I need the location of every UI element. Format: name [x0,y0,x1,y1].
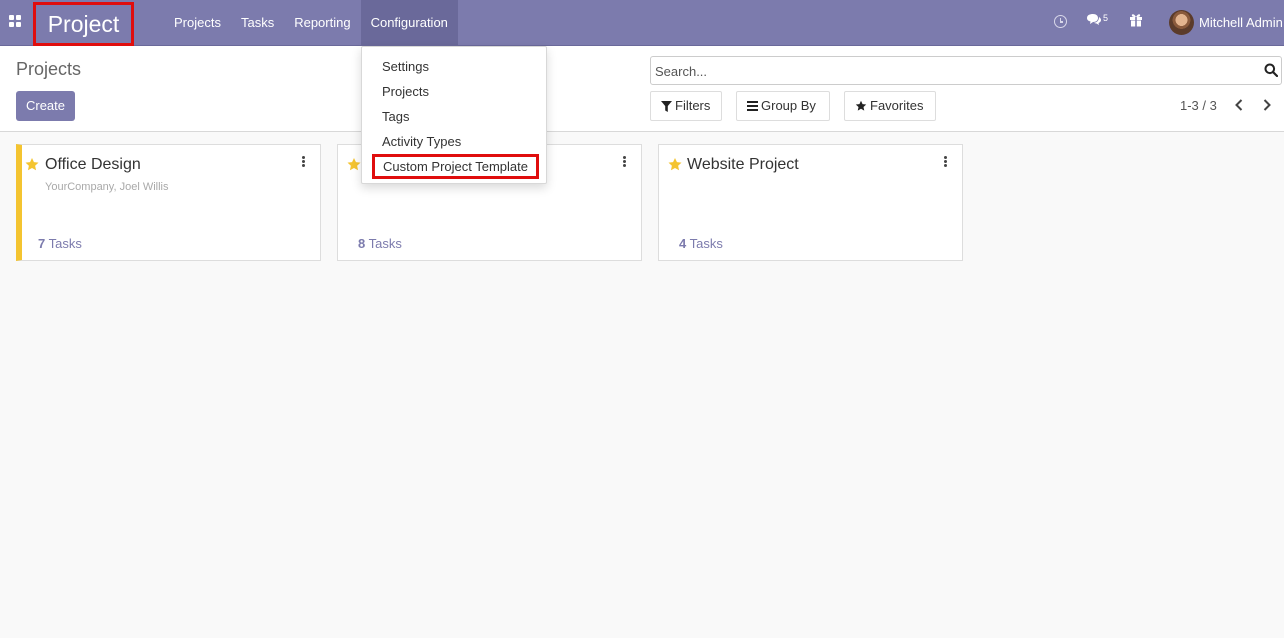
create-button[interactable]: Create [16,91,75,121]
project-tasks-link[interactable]: 7 Tasks [38,236,82,251]
task-label: Tasks [689,236,723,251]
project-tasks-link[interactable]: 8 Tasks [358,236,402,251]
task-label: Tasks [368,236,402,251]
user-name[interactable]: Mitchell Admin [1199,15,1283,30]
project-title: Office Design [45,156,141,173]
pager-value[interactable]: 1-3 / 3 [1180,98,1217,113]
search-icon[interactable] [1264,63,1278,77]
activity-clock-icon[interactable] [1054,15,1067,28]
app-brand[interactable]: Project [33,2,134,46]
configuration-dropdown: Settings Projects Tags Activity Types Cu… [361,46,547,184]
card-menu-icon[interactable] [623,156,627,168]
card-menu-icon[interactable] [302,156,306,168]
project-title: Website Project [687,156,799,173]
filter-icon [661,100,672,112]
task-count: 7 [38,236,46,251]
task-label: Tasks [48,236,82,251]
chevron-right-icon[interactable] [1262,99,1272,111]
menu-tasks[interactable]: Tasks [231,0,284,45]
dropdown-item-activity-types[interactable]: Activity Types [382,134,461,149]
control-panel: Projects Create Filters Group By Favorit… [0,46,1284,132]
breadcrumb: Projects [16,59,82,79]
gift-icon[interactable] [1129,12,1143,27]
project-subtitle: YourCompany, Joel Willis [45,181,169,193]
chat-count-badge: 5 [1103,13,1109,23]
star-icon [855,100,867,111]
project-tasks-link[interactable]: 4 Tasks [679,236,723,251]
menu-configuration[interactable]: Configuration [360,0,458,45]
group-by-label: Group By [761,98,816,113]
filters-button[interactable]: Filters [650,91,722,121]
task-count: 8 [358,236,366,251]
favorites-label: Favorites [870,98,924,113]
task-count: 4 [679,236,687,251]
list-icon [747,101,758,111]
project-card[interactable]: Office Design YourCompany, Joel Willis 7… [16,144,321,261]
favorite-star-icon[interactable] [667,157,683,172]
dropdown-item-tags[interactable]: Tags [382,109,409,124]
chat-icon[interactable] [1086,13,1102,27]
favorite-star-icon[interactable] [24,157,40,172]
filters-label: Filters [675,98,711,113]
dropdown-item-projects[interactable]: Projects [382,84,429,99]
apps-grid-icon[interactable] [9,15,23,29]
search-input[interactable] [655,61,1255,81]
group-by-button[interactable]: Group By [736,91,830,121]
chevron-left-icon[interactable] [1234,99,1244,111]
favorite-star-icon[interactable] [346,157,362,172]
card-menu-icon[interactable] [944,156,948,168]
favorites-button[interactable]: Favorites [844,91,936,121]
top-navbar: Project Projects Tasks Reporting Configu… [0,0,1284,46]
project-card[interactable]: Website Project 4 Tasks [658,144,963,261]
search-box [650,56,1282,85]
dropdown-item-custom-project-template[interactable]: Custom Project Template [372,154,539,179]
dropdown-item-settings[interactable]: Settings [382,59,429,74]
user-avatar[interactable] [1169,10,1194,35]
main-menu: Projects Tasks Reporting Configuration [164,0,458,45]
menu-reporting[interactable]: Reporting [284,0,360,45]
menu-projects[interactable]: Projects [164,0,231,45]
